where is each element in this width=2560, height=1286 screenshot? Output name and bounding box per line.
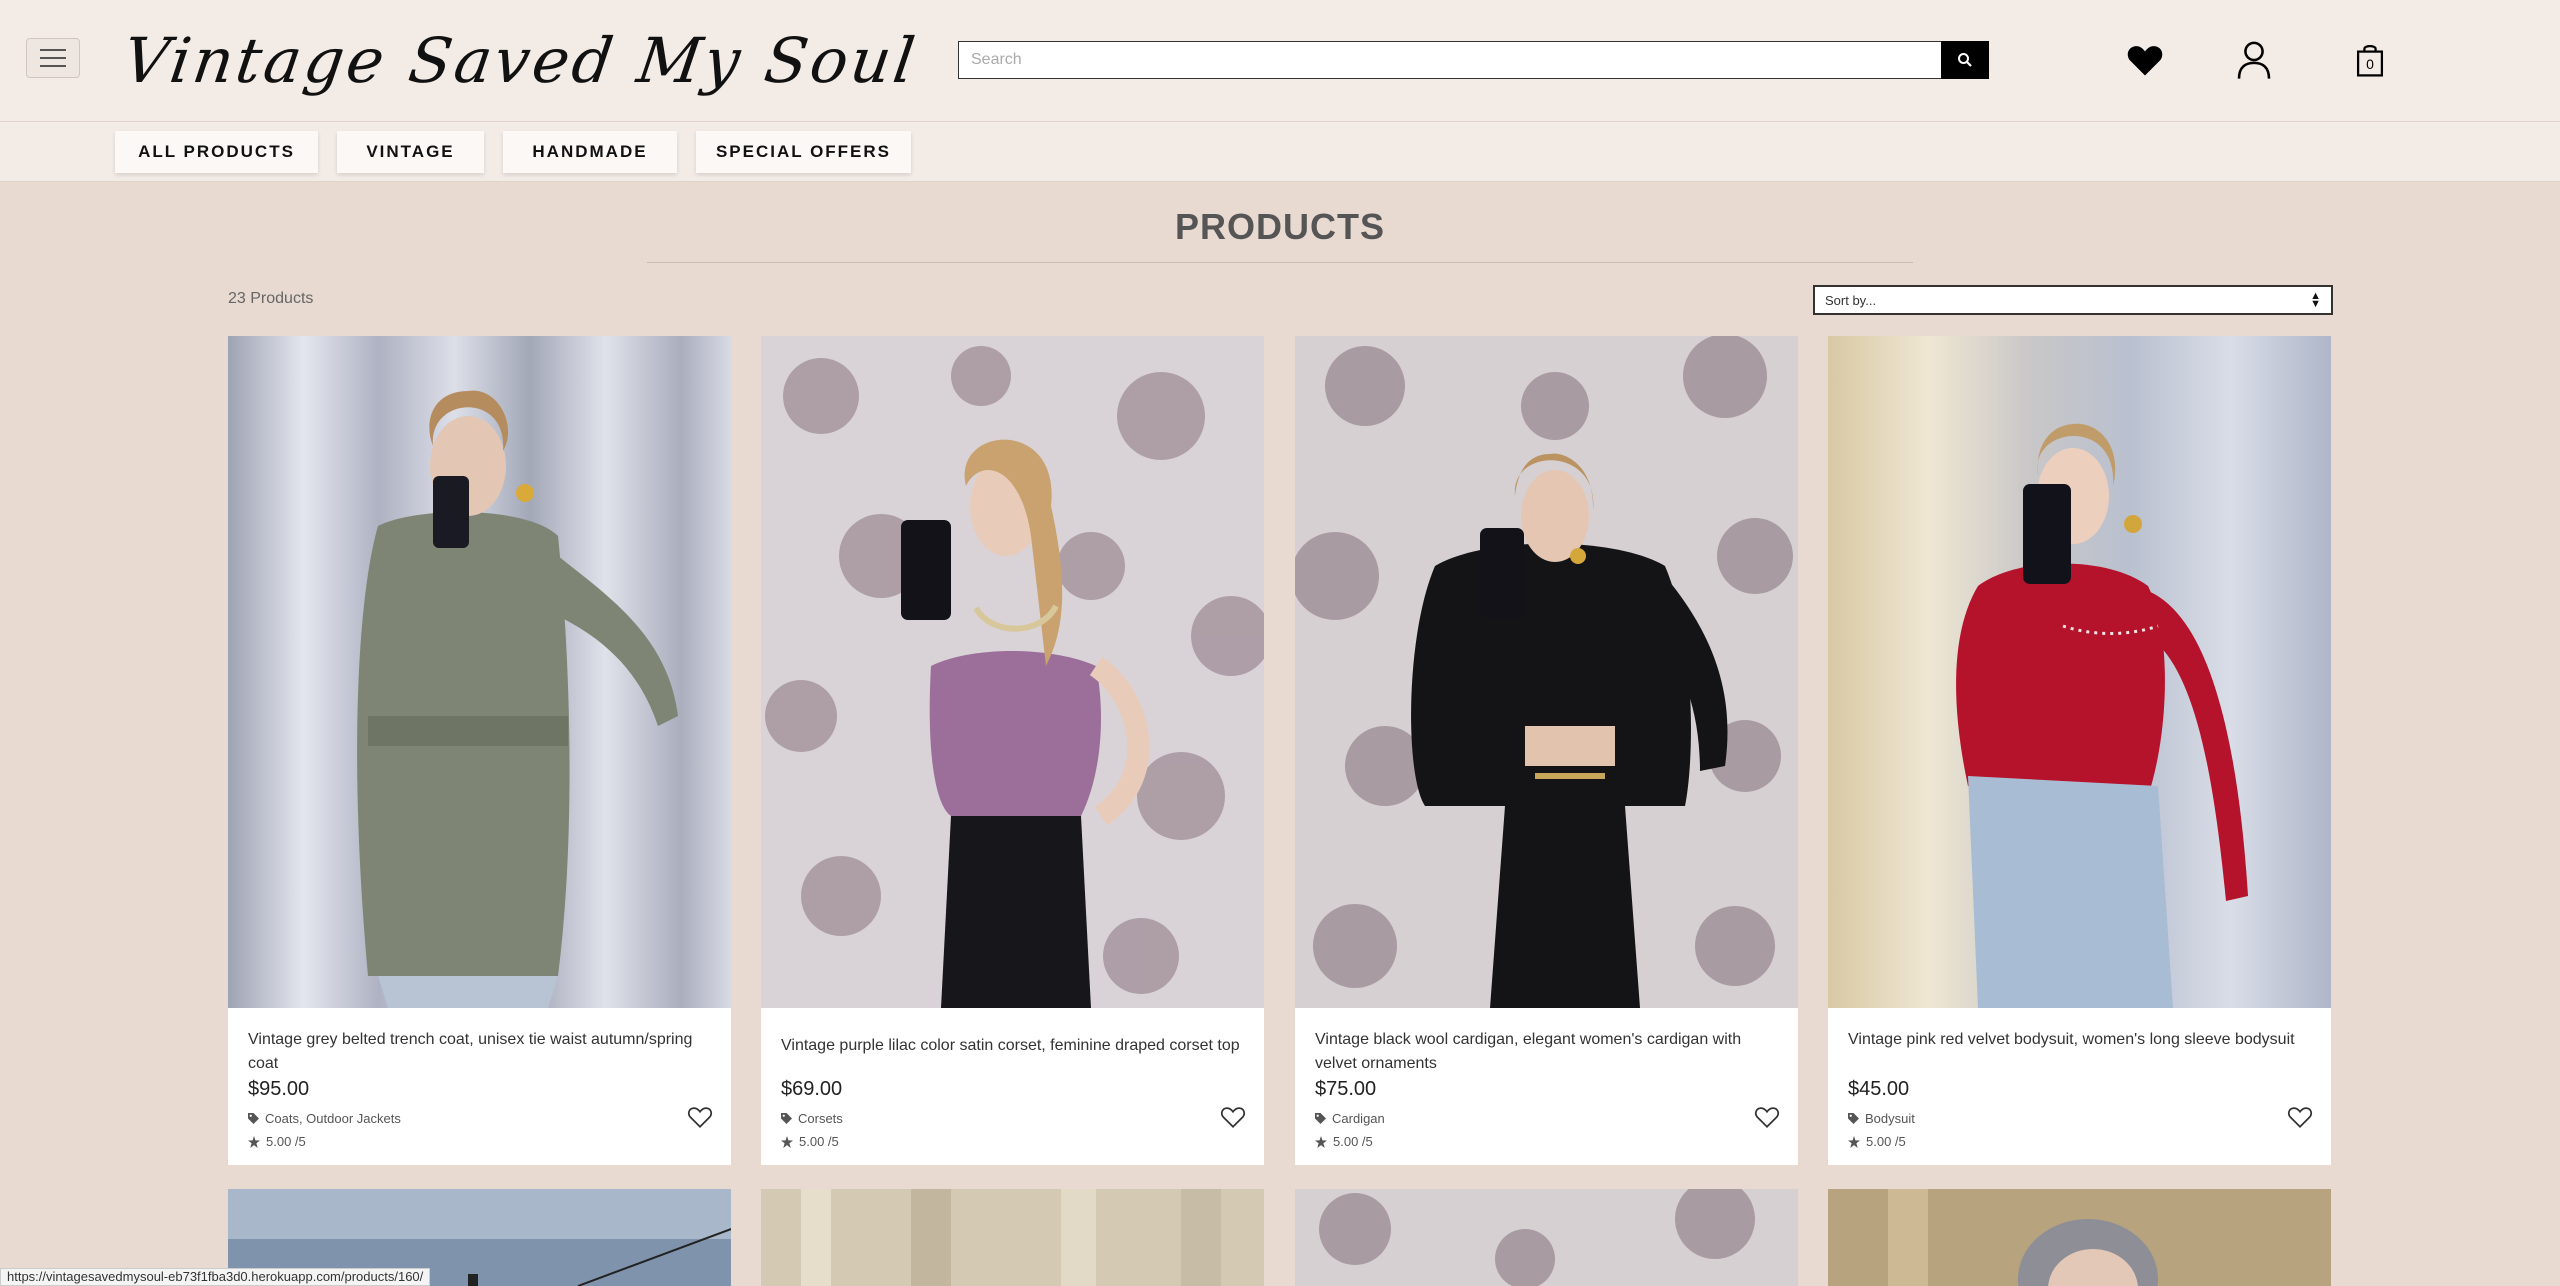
page-title: PRODUCTS xyxy=(1174,206,1385,247)
product-name[interactable]: Vintage grey belted trench coat, unisex … xyxy=(248,1028,711,1076)
product-category: Cardigan xyxy=(1315,1111,1385,1126)
sort-select[interactable]: Sort by... ▲ ▼ xyxy=(1813,285,2333,315)
product-image[interactable] xyxy=(761,1189,1264,1286)
product-card[interactable]: Vintage black wool cardigan, elegant wom… xyxy=(1295,336,1798,1165)
product-category: Coats, Outdoor Jackets xyxy=(248,1111,401,1126)
product-image[interactable] xyxy=(761,336,1264,1008)
product-rating: 5.00 /5 xyxy=(781,1134,839,1149)
product-rating-text: 5.00 /5 xyxy=(1866,1134,1906,1149)
product-rating: 5.00 /5 xyxy=(248,1134,306,1149)
category-nav: ALL PRODUCTS VINTAGE HANDMADE SPECIAL OF… xyxy=(0,122,2560,182)
star-icon xyxy=(1315,1135,1327,1148)
product-image[interactable] xyxy=(1828,336,2331,1008)
star-icon xyxy=(1848,1135,1860,1148)
search-form xyxy=(958,41,1989,79)
product-category-text[interactable]: Corsets xyxy=(798,1111,843,1126)
tag-icon xyxy=(248,1113,259,1124)
product-category: Bodysuit xyxy=(1848,1111,1915,1126)
wishlist-heart-icon[interactable] xyxy=(687,1104,713,1130)
nav-vintage[interactable]: VINTAGE xyxy=(337,131,484,173)
wishlist-heart-icon[interactable] xyxy=(1220,1104,1246,1130)
product-card[interactable]: Vintage grey belted trench coat, unisex … xyxy=(228,336,731,1165)
product-image[interactable] xyxy=(1828,1189,2331,1286)
heart-icon xyxy=(2127,46,2163,76)
product-price: $75.00 xyxy=(1315,1078,1377,1100)
account-link[interactable] xyxy=(2230,36,2278,84)
wishlist-heart-icon[interactable] xyxy=(1754,1104,1780,1130)
nav-all-products[interactable]: ALL PRODUCTS xyxy=(115,131,318,173)
product-card[interactable]: Vintage pink red velvet bodysuit, women'… xyxy=(1828,336,2331,1165)
product-name[interactable]: Vintage black wool cardigan, elegant wom… xyxy=(1315,1028,1778,1076)
product-category: Corsets xyxy=(781,1111,843,1126)
product-price: $95.00 xyxy=(248,1078,310,1100)
product-rating: 5.00 /5 xyxy=(1315,1134,1373,1149)
wishlist-link[interactable] xyxy=(2121,36,2169,84)
sort-arrows-icon: ▲ ▼ xyxy=(2310,290,2321,310)
tag-icon xyxy=(1315,1113,1326,1124)
status-bar-url: https://vintagesavedmysoul-eb73f1fba3d0.… xyxy=(0,1268,431,1286)
product-price: $45.00 xyxy=(1848,1078,1910,1100)
product-name[interactable]: Vintage purple lilac color satin corset,… xyxy=(781,1034,1244,1058)
search-input[interactable] xyxy=(958,41,1941,79)
star-icon xyxy=(781,1135,793,1148)
cart-link[interactable]: 0 xyxy=(2346,36,2394,84)
product-category-text[interactable]: Cardigan xyxy=(1332,1111,1385,1126)
search-icon xyxy=(1958,53,1972,67)
product-rating-text: 5.00 /5 xyxy=(1333,1134,1373,1149)
hamburger-menu-icon[interactable] xyxy=(26,38,80,78)
site-logo[interactable]: Vintage Saved My Soul xyxy=(118,18,923,104)
product-rating-text: 5.00 /5 xyxy=(799,1134,839,1149)
product-image[interactable] xyxy=(1295,1189,1798,1286)
product-category-text[interactable]: Bodysuit xyxy=(1865,1111,1915,1126)
site-header: Vintage Saved My Soul 0 xyxy=(0,0,2560,122)
product-rating-text: 5.00 /5 xyxy=(266,1134,306,1149)
sort-select-label: Sort by... xyxy=(1825,292,1877,308)
tag-icon xyxy=(1848,1113,1859,1124)
product-category-text[interactable]: Coats, Outdoor Jackets xyxy=(265,1111,401,1126)
product-image[interactable] xyxy=(228,336,731,1008)
title-divider xyxy=(647,262,1913,263)
product-name[interactable]: Vintage pink red velvet bodysuit, women'… xyxy=(1848,1028,2311,1052)
cart-count: 0 xyxy=(2366,56,2374,72)
product-rating: 5.00 /5 xyxy=(1848,1134,1906,1149)
product-price: $69.00 xyxy=(781,1078,843,1100)
user-icon xyxy=(2237,41,2271,79)
wishlist-heart-icon[interactable] xyxy=(2287,1104,2313,1130)
star-icon xyxy=(248,1135,260,1148)
product-count: 23 Products xyxy=(228,290,314,307)
nav-special-offers[interactable]: SPECIAL OFFERS xyxy=(696,131,911,173)
product-card[interactable]: Vintage purple lilac color satin corset,… xyxy=(761,336,1264,1165)
tag-icon xyxy=(781,1113,792,1124)
nav-handmade[interactable]: HANDMADE xyxy=(503,131,677,173)
search-button[interactable] xyxy=(1941,41,1989,79)
product-image[interactable] xyxy=(1295,336,1798,1008)
